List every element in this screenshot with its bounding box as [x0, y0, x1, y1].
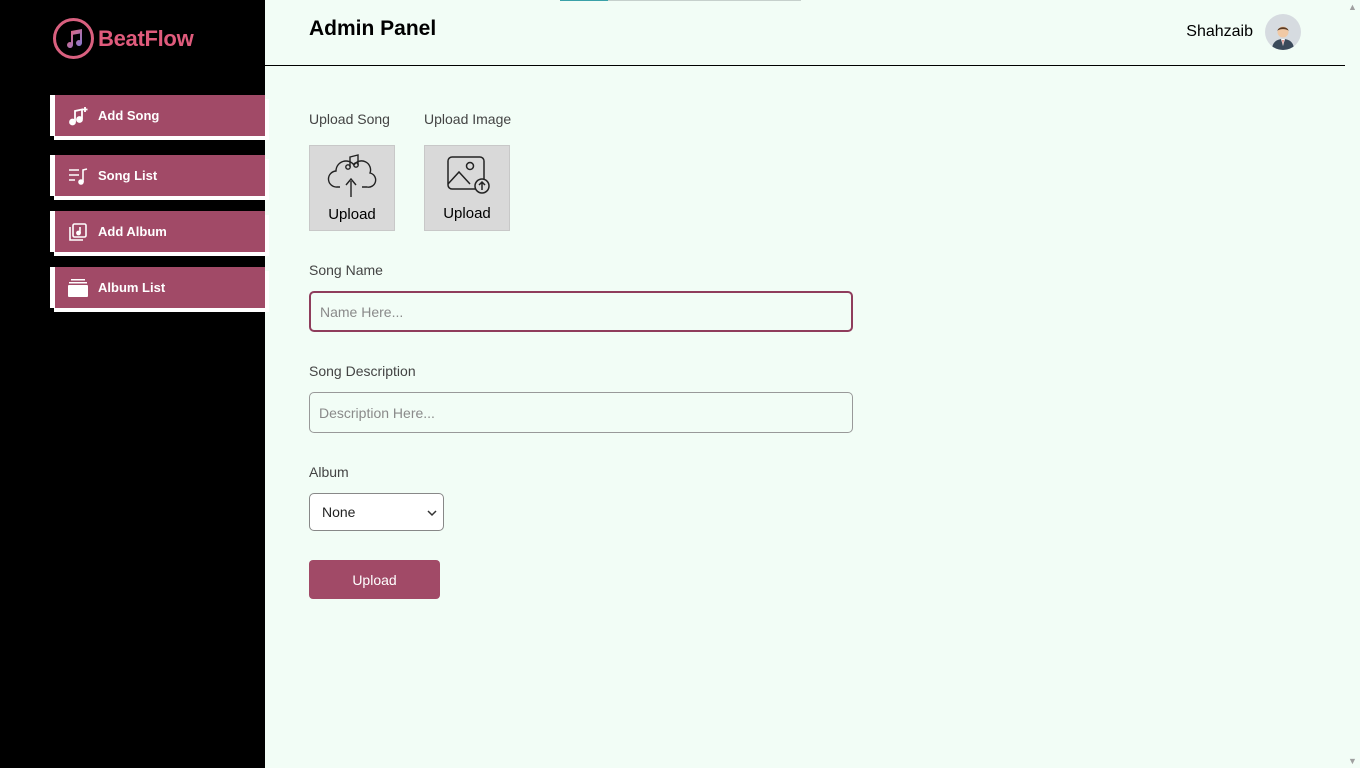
sidebar-item-song-list[interactable]: Song List	[50, 155, 265, 196]
upload-song-label: Upload Song	[309, 111, 390, 127]
image-upload-icon	[442, 154, 492, 203]
sidebar-item-album-list[interactable]: Album List	[50, 267, 265, 308]
submit-upload-button[interactable]: Upload	[309, 560, 440, 599]
upload-image-text: Upload	[443, 205, 491, 222]
page-title: Admin Panel	[309, 17, 437, 40]
upload-image-button[interactable]: Upload	[424, 145, 510, 231]
song-description-input[interactable]	[309, 392, 853, 433]
upload-song-button[interactable]: Upload	[309, 145, 395, 231]
music-note-icon	[53, 18, 94, 59]
album-add-icon	[63, 222, 93, 242]
sidebar: BeatFlow Add Song Song List Add Album Al…	[0, 0, 265, 768]
scroll-down-icon[interactable]: ▼	[1348, 756, 1357, 766]
sidebar-item-label: Album List	[98, 280, 166, 295]
music-note-plus-icon	[63, 105, 93, 127]
brand-logo[interactable]: BeatFlow	[53, 18, 194, 59]
cloud-upload-music-icon	[326, 153, 378, 204]
sidebar-item-add-album[interactable]: Add Album	[50, 211, 265, 252]
sidebar-item-label: Add Album	[98, 224, 167, 239]
album-label: Album	[309, 464, 349, 480]
avatar[interactable]	[1265, 14, 1301, 50]
user-name: Shahzaib	[1186, 23, 1253, 40]
sidebar-item-add-song[interactable]: Add Song	[50, 95, 265, 136]
album-select[interactable]: None	[309, 493, 444, 531]
scrollbar[interactable]: ▲ ▼	[1345, 0, 1360, 768]
song-description-label: Song Description	[309, 363, 416, 379]
song-name-label: Song Name	[309, 262, 383, 278]
page-header: Admin Panel Shahzaib	[265, 0, 1345, 66]
scroll-up-icon[interactable]: ▲	[1348, 2, 1357, 12]
upload-song-text: Upload	[328, 206, 376, 223]
sidebar-item-label: Song List	[98, 168, 158, 183]
sidebar-item-label: Add Song	[98, 108, 160, 123]
upload-image-label: Upload Image	[424, 111, 512, 127]
main-content: Admin Panel Shahzaib Upload Song Upload …	[265, 0, 1345, 768]
brand-name: BeatFlow	[98, 25, 194, 51]
user-menu[interactable]: Shahzaib	[1186, 14, 1301, 50]
album-stack-icon	[63, 278, 93, 298]
song-name-input[interactable]	[309, 291, 853, 332]
chevron-down-icon	[427, 504, 437, 520]
playlist-music-icon	[63, 165, 93, 187]
album-selected-value: None	[322, 504, 356, 520]
